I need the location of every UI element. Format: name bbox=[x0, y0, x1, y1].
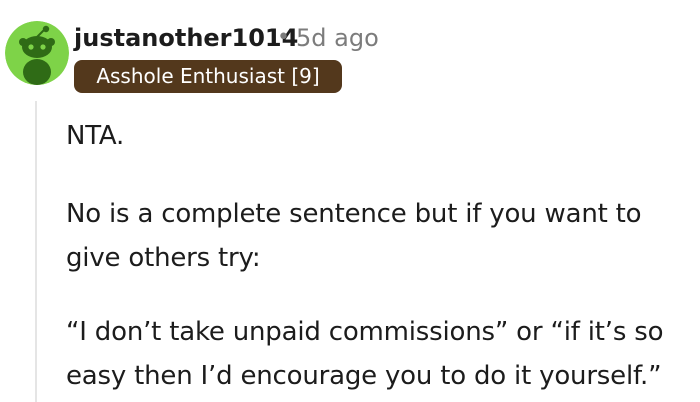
username-link[interactable]: justanother1014 bbox=[74, 22, 298, 54]
comment-body-paragraph: No is a complete sentence but if you wan… bbox=[66, 199, 642, 273]
comment-body-paragraph: NTA. bbox=[66, 121, 125, 151]
separator-dot: • bbox=[277, 25, 290, 50]
comment-body-paragraph: “I don’t take unpaid commissions” or “if… bbox=[66, 317, 664, 391]
avatar[interactable] bbox=[5, 21, 69, 85]
timestamp[interactable]: 5d ago bbox=[296, 22, 379, 54]
thread-collapse-line[interactable] bbox=[35, 101, 37, 402]
comment: justanother1014 • 5d ago Asshole Enthusi… bbox=[0, 0, 700, 402]
reddit-snoo-avatar-icon bbox=[5, 21, 69, 85]
user-flair-badge: Asshole Enthusiast [9] bbox=[74, 60, 342, 93]
